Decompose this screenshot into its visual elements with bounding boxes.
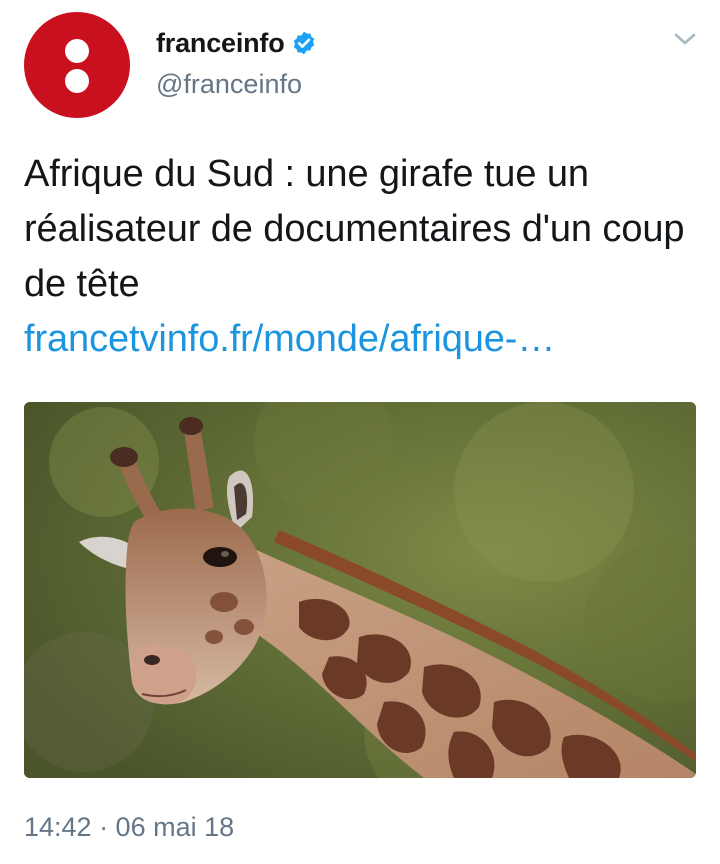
display-name-row: franceinfo bbox=[156, 26, 317, 60]
chevron-down-icon[interactable] bbox=[672, 30, 698, 48]
giraffe-photo bbox=[24, 402, 696, 778]
verified-badge-icon bbox=[293, 31, 314, 55]
display-name[interactable]: franceinfo bbox=[156, 28, 285, 59]
logo-dot-bottom bbox=[65, 69, 89, 93]
tweet-body: Afrique du Sud : une girafe tue un réali… bbox=[24, 153, 685, 305]
timestamp[interactable]: 14:42 · 06 mai 18 bbox=[24, 812, 234, 843]
user-info: franceinfo @franceinfo bbox=[156, 26, 317, 100]
tweet-text: Afrique du Sud : une girafe tue un réali… bbox=[24, 147, 704, 367]
avatar[interactable] bbox=[24, 12, 130, 118]
tweet-link[interactable]: francetvinfo.fr/monde/afrique-… bbox=[24, 312, 704, 367]
handle[interactable]: @franceinfo bbox=[156, 69, 317, 100]
logo-dot-top bbox=[65, 39, 89, 63]
media-image[interactable] bbox=[24, 402, 696, 778]
tweet: franceinfo @franceinfo Afrique du Sud : … bbox=[0, 0, 720, 864]
